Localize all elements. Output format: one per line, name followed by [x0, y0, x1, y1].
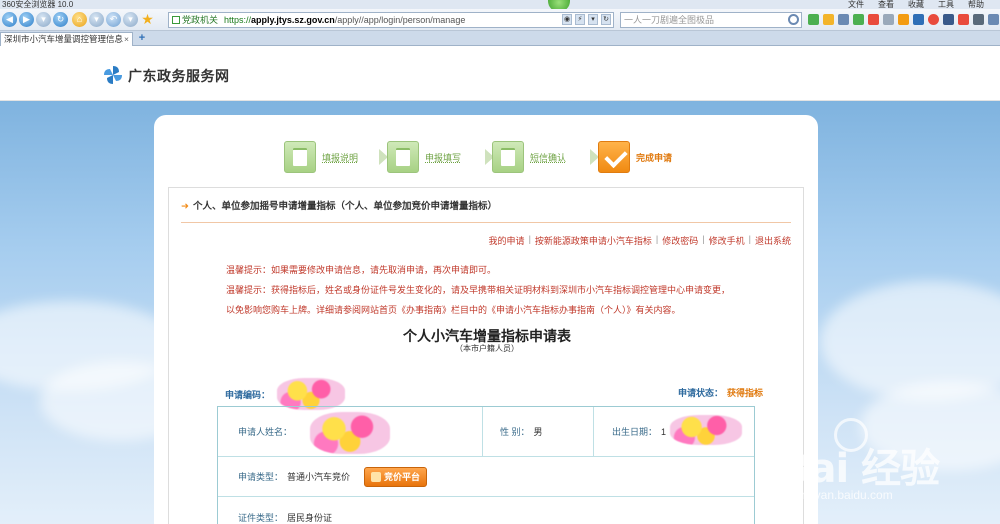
address-bar[interactable]: 党政机关 https://apply.jtys.sz.gov.cn/apply/… — [168, 12, 614, 28]
link-change-phone[interactable]: 修改手机 — [709, 234, 745, 247]
dropdown-icon[interactable]: ▾ — [123, 12, 138, 27]
tab-bar: 深圳市小汽车增量调控管理信息 × + — [0, 31, 1000, 46]
redacted-birthdate — [670, 415, 742, 445]
sms-icon — [492, 141, 524, 173]
edit-form-icon — [387, 141, 419, 173]
extension-icon[interactable] — [973, 14, 984, 25]
extension-icon[interactable] — [988, 14, 999, 25]
dropdown-icon[interactable]: ▾ — [588, 14, 598, 25]
step-progress: 填报说明 申报填写 短信确认 完成申请 — [284, 139, 744, 175]
link-my-applications[interactable]: 我的申请 — [489, 234, 525, 247]
main-panel: 填报说明 申报填写 短信确认 完成申请 ➜ 个人、单位参加摇号申请增量指标（个人、… — [154, 115, 818, 524]
section-title: ➜ 个人、单位参加摇号申请增量指标（个人、单位参加竞价申请增量指标） — [181, 201, 497, 212]
extension-icon[interactable] — [853, 14, 864, 25]
url-host: apply.jtys.sz.gov.cn — [251, 15, 335, 25]
extension-icon[interactable] — [823, 14, 834, 25]
application-content: ➜ 个人、单位参加摇号申请增量指标（个人、单位参加竞价申请增量指标） 我的申请 | … — [168, 187, 804, 524]
refresh-icon[interactable]: ↻ — [601, 14, 611, 25]
checkmark-icon — [598, 141, 630, 173]
application-code: 申请编码： — [225, 390, 271, 400]
url-path: /apply//app/login/person/manage — [334, 15, 466, 25]
pinwheel-logo-icon — [104, 66, 122, 84]
step-instructions: 填报说明 — [284, 139, 358, 175]
divider — [181, 222, 791, 223]
type-cell: 申请类型： 普通小汽车竞价 竞价平台 — [238, 457, 428, 496]
back-icon[interactable]: ◀ — [2, 12, 17, 27]
document-icon — [284, 141, 316, 173]
notice-tips: 温馨提示：如果需要修改申请信息，请先取消申请，再次申请即可。 温馨提示：获得指标… — [226, 260, 766, 320]
extension-icon[interactable] — [808, 14, 819, 25]
extension-icon[interactable] — [868, 14, 879, 25]
favorite-star-icon[interactable]: ★ — [140, 12, 155, 27]
table-row: 申请类型： 普通小汽车竞价 竞价平台 — [218, 457, 754, 497]
tip-line: 温馨提示：获得指标后，姓名或身份证件号发生变化的，请及早携带相关证明材料到深圳市… — [226, 285, 731, 295]
security-icon[interactable]: ◉ — [562, 14, 572, 25]
shield-icon — [172, 16, 180, 24]
new-tab-button[interactable]: + — [136, 33, 148, 44]
browser-tab[interactable]: 深圳市小汽车增量调控管理信息 × — [0, 32, 133, 46]
home-icon[interactable]: ⌂ — [72, 12, 87, 27]
table-row: 申请人姓名： 性 别：男 出生日期： 1 — [218, 407, 754, 457]
tip-line: 温馨提示：如果需要修改申请信息，请先取消申请，再次申请即可。 — [226, 265, 497, 275]
site-header: 广东政务服务网 — [0, 46, 1000, 101]
compat-icon[interactable]: ⚡ — [575, 14, 585, 25]
extension-icon[interactable] — [958, 14, 969, 25]
account-links: 我的申请 | 按新能源政策申请小汽车指标 | 修改密码 | 修改手机 | 退出系统 — [488, 234, 791, 247]
step-complete: 完成申请 — [598, 139, 672, 175]
status-value: 获得指标 — [726, 388, 763, 398]
link-change-password[interactable]: 修改密码 — [662, 234, 698, 247]
search-icon[interactable] — [788, 14, 799, 25]
auction-hammer-icon — [371, 471, 382, 482]
extension-icons — [808, 14, 999, 25]
browser-title: 360安全浏览器 10.0 — [2, 0, 74, 9]
undo-icon[interactable]: ↶ — [106, 12, 121, 27]
id-type-cell: 证件类型： 居民身份证 — [238, 512, 333, 523]
site-verify-chip[interactable]: 党政机关 — [172, 13, 218, 27]
browser-toolbar: ◀ ▶ ▾ ↻ ⌂ ▾ ↶ ▾ ★ 党政机关 https://apply.jty… — [0, 9, 1000, 31]
refresh-icon[interactable]: ↻ — [53, 12, 68, 27]
site-title[interactable]: 广东政务服务网 — [128, 66, 230, 86]
extension-icon[interactable] — [928, 14, 939, 25]
redacted-name — [310, 412, 390, 454]
extension-icon[interactable] — [913, 14, 924, 25]
arrow-right-icon: ➜ — [181, 201, 189, 212]
tip-line: 以免影响您购车上牌。详细请参阅网站首页《办事指南》栏目中的《申请小汽车指标办事指… — [226, 305, 681, 315]
application-status: 申请状态： 获得指标 — [677, 388, 763, 398]
menu-favorites[interactable]: 收藏 — [908, 0, 924, 9]
browser-title-bar: 360安全浏览器 10.0 文件 查看 收藏 工具 帮助 — [0, 0, 1000, 9]
applicant-info-table: 申请人姓名： 性 别：男 出生日期： 1 申请类型： 普通小汽车竞价 竞价平台 证件… — [217, 406, 755, 524]
dropdown-icon[interactable]: ▾ — [36, 12, 51, 27]
menu-tools[interactable]: 工具 — [938, 0, 954, 9]
link-logout[interactable]: 退出系统 — [755, 234, 791, 247]
menu-help[interactable]: 帮助 — [968, 0, 984, 9]
browser-menu-bar: 文件 查看 收藏 工具 帮助 — [848, 0, 984, 9]
name-cell: 申请人姓名： — [238, 427, 293, 437]
birthdate-cell: 出生日期： 1 — [612, 426, 667, 438]
link-new-energy-apply[interactable]: 按新能源政策申请小汽车指标 — [535, 234, 652, 247]
search-input[interactable]: 一人一刀剧遍全图极品 — [620, 12, 802, 28]
close-tab-icon[interactable]: × — [124, 33, 129, 45]
extension-icon[interactable] — [838, 14, 849, 25]
baidu-watermark: Bai 经验 jingyan.baidu.com — [780, 418, 970, 508]
address-bar-actions: ◉ ⚡ ▾ ↻ — [562, 14, 611, 25]
dropdown-icon[interactable]: ▾ — [89, 12, 104, 27]
form-subtitle: （本市户籍人员） — [455, 344, 519, 353]
url-scheme: https:// — [224, 15, 252, 25]
step-fill-form: 申报填写 — [387, 139, 461, 175]
forward-icon[interactable]: ▶ — [19, 12, 34, 27]
extension-icon[interactable] — [883, 14, 894, 25]
bidding-platform-button[interactable]: 竞价平台 — [364, 466, 428, 487]
extension-icon[interactable] — [943, 14, 954, 25]
gender-cell: 性 别：男 — [500, 427, 543, 437]
menu-file[interactable]: 文件 — [848, 0, 864, 9]
menu-view[interactable]: 查看 — [878, 0, 894, 9]
table-row: 证件类型： 居民身份证 — [218, 497, 754, 524]
extension-icon[interactable] — [898, 14, 909, 25]
step-sms-confirm: 短信确认 — [492, 139, 566, 175]
